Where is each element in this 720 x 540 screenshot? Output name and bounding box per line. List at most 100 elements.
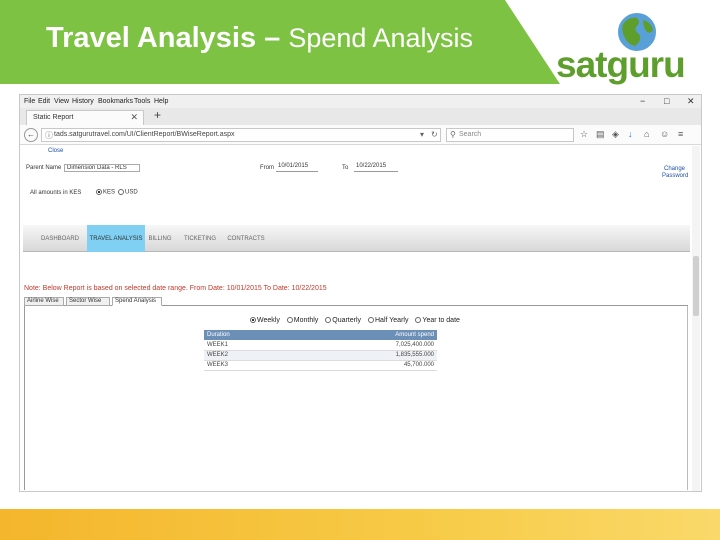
radio-unselected-icon <box>368 317 374 324</box>
amounts-label: All amounts in KES <box>30 190 82 196</box>
period-monthly-label: Monthly <box>293 317 319 324</box>
home-icon[interactable]: ⌂ <box>644 129 649 139</box>
menu-bar: File Edit View History Bookmarks Tools H… <box>20 95 701 108</box>
period-weekly-option[interactable]: Weekly <box>250 317 280 324</box>
navigation-bar: ← ⓘ tads.satgurutravel.com/UI/ClientRepo… <box>20 125 701 145</box>
currency-usd-label: USD <box>125 189 138 196</box>
change-password-link-line2[interactable]: Password <box>662 173 688 179</box>
period-ytd-label: Year to date <box>422 317 460 324</box>
currency-usd-option[interactable]: USD <box>118 189 138 196</box>
menu-view[interactable]: View <box>54 98 69 105</box>
reload-icon[interactable]: ↻ <box>431 130 438 139</box>
tab-billing[interactable]: BILLING <box>145 225 175 252</box>
menu-bookmarks[interactable]: Bookmarks <box>98 98 133 105</box>
period-quarterly-label: Quarterly <box>332 317 362 324</box>
to-date-value: 10/22/2015 <box>356 163 387 169</box>
radio-unselected-icon <box>415 317 422 324</box>
star-icon[interactable]: ☆ <box>580 129 588 140</box>
table-row: WEEK2 1,835,555.000 <box>204 350 437 361</box>
tab-close-icon[interactable]: ✕ <box>130 112 138 123</box>
radio-unselected-icon <box>325 317 332 324</box>
to-date-input[interactable]: 10/22/2015 <box>354 163 398 172</box>
date-range-note: Note: Below Report is based on selected … <box>24 285 327 292</box>
subtab-spend-analysis[interactable]: Spend Analysis <box>112 297 162 306</box>
table-row: WEEK3 45,700.000 <box>204 360 437 371</box>
client-select-value: Dimension Data - RLS <box>67 165 127 171</box>
table-cell-amount: 1,835,555.000 <box>295 350 437 361</box>
table-row: WEEK1 7,025,400.000 <box>204 340 437 351</box>
footer-band <box>0 509 720 540</box>
radio-selected-icon <box>250 317 256 324</box>
hamburger-menu-icon[interactable]: ≡ <box>678 129 683 139</box>
from-label: From <box>260 165 274 171</box>
page-content: Close Parent Name Dimension Data - RLS F… <box>20 146 701 491</box>
table-cell-amount: 45,700.000 <box>295 360 437 371</box>
tab-travel-analysis-label: TRAVEL ANALYSIS <box>89 236 143 242</box>
period-monthly-option[interactable]: Monthly <box>286 317 319 324</box>
pocket-icon[interactable]: ◈ <box>612 129 619 140</box>
close-link[interactable]: Close <box>48 148 63 154</box>
table-cell-amount: 7,025,400.000 <box>295 340 437 351</box>
browser-window: File Edit View History Bookmarks Tools H… <box>19 94 702 492</box>
search-placeholder: Search <box>459 131 482 138</box>
tab-contracts[interactable]: CONTRACTS <box>225 225 267 252</box>
new-tab-button[interactable]: + <box>154 108 161 122</box>
menu-tools[interactable]: Tools <box>134 98 150 105</box>
tab-ticketing-label: TICKETING <box>183 236 216 242</box>
period-weekly-label: Weekly <box>257 317 280 324</box>
slide-title-bold: Travel Analysis – <box>46 22 281 54</box>
tab-contracts-label: CONTRACTS <box>227 236 265 242</box>
menu-history[interactable]: History <box>72 98 94 105</box>
scrollbar-thumb[interactable] <box>693 256 699 316</box>
info-icon: ⓘ <box>45 131 53 140</box>
client-label: Parent Name <box>26 165 62 171</box>
tab-strip: Static Report ✕ + <box>20 108 701 125</box>
browser-tab-title: Static Report <box>33 114 74 121</box>
header-amount-spend: Amount spend <box>295 330 437 340</box>
radio-selected-icon <box>96 189 102 195</box>
tab-ticketing[interactable]: TICKETING <box>177 225 223 252</box>
radio-unselected-icon <box>118 189 124 195</box>
client-select[interactable]: Dimension Data - RLS <box>64 164 140 172</box>
table-cell-duration: WEEK2 <box>204 350 296 361</box>
change-password-link-line1[interactable]: Change <box>664 166 685 172</box>
period-half-yearly-option[interactable]: Half Yearly <box>368 317 408 324</box>
slide-title-light: Spend Analysis <box>288 23 473 53</box>
subtab-airline-wise[interactable]: Airline Wise <box>24 297 64 306</box>
period-half-yearly-label: Half Yearly <box>375 317 409 324</box>
browser-tab[interactable]: Static Report ✕ <box>26 110 144 125</box>
menu-help[interactable]: Help <box>154 98 168 105</box>
tab-travel-analysis[interactable]: TRAVEL ANALYSIS <box>87 225 145 252</box>
chat-icon[interactable]: ☺ <box>660 129 669 139</box>
period-quarterly-option[interactable]: Quarterly <box>325 317 361 324</box>
url-bar[interactable]: ⓘ tads.satgurutravel.com/UI/ClientReport… <box>41 128 441 142</box>
logo-text: satguru <box>556 44 686 85</box>
period-ytd-option[interactable]: Year to date <box>415 317 460 324</box>
maximize-icon[interactable]: □ <box>664 96 669 106</box>
url-text: tads.satgurutravel.com/UI/ClientReport/B… <box>54 131 235 138</box>
table-header-row: Duration Amount spend <box>204 330 437 340</box>
dropdown-icon[interactable]: ▾ <box>420 130 424 139</box>
header-duration: Duration <box>204 330 296 340</box>
table-cell-duration: WEEK3 <box>204 360 296 371</box>
back-arrow-icon[interactable]: ← <box>24 128 38 142</box>
menu-file[interactable]: File <box>24 98 35 105</box>
from-date-input[interactable]: 10/01/2015 <box>276 163 318 172</box>
minimize-icon[interactable]: − <box>640 96 645 106</box>
satguru-logo: satguru <box>556 8 714 85</box>
download-icon[interactable]: ↓ <box>628 129 633 139</box>
search-bar[interactable]: ⚲ Search <box>446 128 574 142</box>
tab-dashboard[interactable]: DASHBOARD <box>37 225 83 252</box>
clipboard-icon[interactable]: ▤ <box>596 129 605 140</box>
menu-edit[interactable]: Edit <box>38 98 50 105</box>
period-radio-group: Weekly Monthly Quarterly Half Yearly Yea… <box>250 317 465 324</box>
currency-kes-option[interactable]: KES <box>96 189 115 196</box>
close-window-icon[interactable]: ✕ <box>687 96 695 107</box>
subtab-sector-wise[interactable]: Sector Wise <box>66 297 110 306</box>
spend-table: Duration Amount spend WEEK1 7,025,400.00… <box>204 330 437 371</box>
radio-unselected-icon <box>286 317 293 324</box>
search-icon: ⚲ <box>450 130 456 139</box>
vertical-scrollbar[interactable] <box>692 146 700 491</box>
report-nav-tabs: DASHBOARD TRAVEL ANALYSIS BILLING TICKET… <box>23 225 690 252</box>
table-cell-duration: WEEK1 <box>204 340 296 351</box>
